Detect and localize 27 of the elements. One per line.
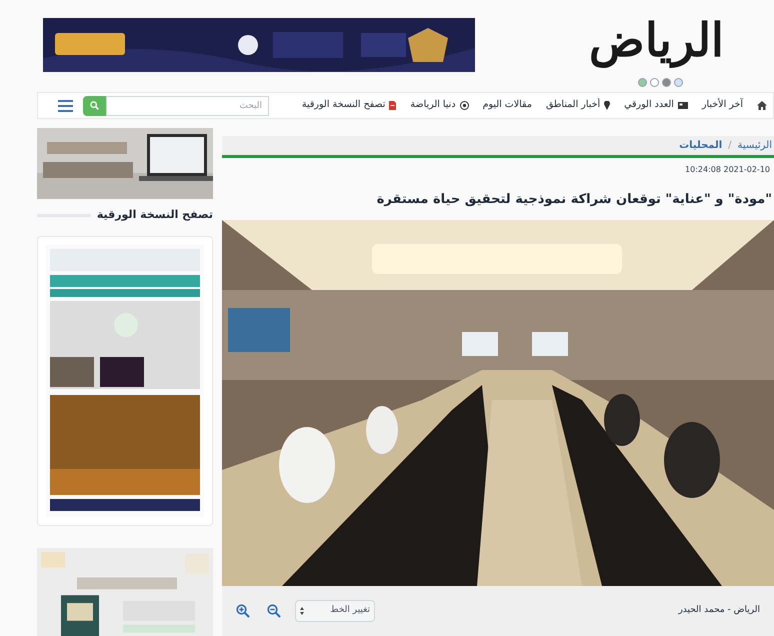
search-icon [90,101,99,110]
file-icon [389,101,396,110]
home-icon [757,101,767,110]
article-title: "مودة" و "عناية" توقعان شراكة نموذجية لتحقيق حياة مستقرة [376,191,773,209]
nav-link[interactable]: دنيا الرياضة [410,98,469,113]
site-logo[interactable]: الرياض [589,10,724,70]
zoom-out-icon[interactable] [267,604,281,618]
pin-icon [604,101,610,110]
search-field[interactable]: البحث [106,96,269,116]
nav-link[interactable]: تصفح النسخة الورقية [302,98,396,113]
breadcrumb-link[interactable]: الرئيسية [738,138,772,153]
sort-icon [300,606,304,615]
nav-link[interactable]: العدد الورقي [624,98,688,113]
font-select[interactable]: تغيير الخط [295,600,375,622]
zoom-in-icon[interactable] [236,604,250,618]
article-date: 10:24:08 2021-02-10 [684,164,771,176]
nav-link[interactable]: آخر الأخبار [702,98,743,113]
search-button[interactable] [83,96,106,116]
home-link[interactable] [757,101,767,110]
breadcrumb-link[interactable]: المحليات [679,138,722,153]
nav-link[interactable]: مقالات اليوم [482,98,532,113]
section-heading: تصفح النسخة الورقية [96,207,213,223]
menu-icon[interactable] [58,100,73,112]
ball-icon [460,101,469,110]
photo-credit: الرياض - محمد الحيدر [678,604,760,617]
breadcrumb-separator: / [728,139,732,153]
newspaper-icon [678,102,688,109]
